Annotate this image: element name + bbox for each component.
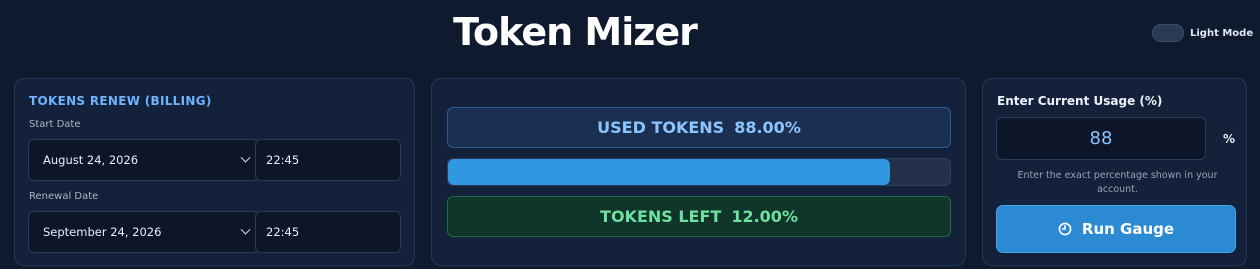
run-gauge-button[interactable]: Run Gauge: [996, 205, 1236, 253]
renewal-time-value: 22:45: [266, 225, 300, 239]
tokens-left-value: 12.00%: [731, 207, 798, 226]
usage-percent-input[interactable]: 88: [996, 117, 1206, 160]
usage-percent-value: 88: [1089, 128, 1113, 149]
used-tokens-box: USED TOKENS 88.00%: [447, 107, 951, 148]
token-mizer-app: Token Mizer Light Mode TOKENS RENEW (BIL…: [0, 0, 1260, 269]
used-tokens-value: 88.00%: [734, 118, 801, 137]
usage-hint: Enter the exact percentage shown in your…: [1017, 170, 1218, 195]
start-time-value: 22:45: [266, 153, 300, 167]
light-mode-label: Light Mode: [1190, 27, 1254, 39]
renewal-time-input[interactable]: 22:45: [255, 211, 401, 253]
usage-title: Enter Current Usage (%): [997, 94, 1163, 108]
app-title: Token Mizer: [453, 10, 698, 54]
renewal-date-label: Renewal Date: [29, 191, 99, 202]
usage-progress-bar: [447, 158, 951, 186]
used-tokens-label: USED TOKENS: [597, 118, 725, 137]
toggle-knob: [1155, 27, 1167, 39]
tokens-left-label: TOKENS LEFT: [600, 207, 722, 226]
toggle-switch[interactable]: [1152, 24, 1184, 42]
renewal-date-select[interactable]: September 24, 2026: [28, 211, 260, 253]
percent-unit: %: [1223, 132, 1236, 146]
start-date-value: August 24, 2026: [43, 153, 139, 167]
tokens-left-box: TOKENS LEFT 12.00%: [447, 196, 951, 237]
chevron-down-icon: [240, 224, 251, 235]
start-date-label: Start Date: [29, 119, 81, 130]
gauge-panel: USED TOKENS 88.00% TOKENS LEFT 12.00%: [431, 78, 966, 266]
light-mode-toggle[interactable]: Light Mode: [1152, 24, 1253, 42]
start-date-select[interactable]: August 24, 2026: [28, 139, 260, 181]
renewal-date-value: September 24, 2026: [43, 225, 162, 239]
start-time-input[interactable]: 22:45: [255, 139, 401, 181]
usage-progress-fill: [448, 159, 890, 185]
usage-panel: Enter Current Usage (%) 88 % Enter the e…: [982, 78, 1247, 266]
billing-title: TOKENS RENEW (BILLING): [29, 94, 212, 108]
billing-panel: TOKENS RENEW (BILLING) Start Date August…: [14, 78, 415, 266]
run-gauge-label: Run Gauge: [1081, 220, 1175, 238]
clock-icon: [1058, 222, 1072, 236]
chevron-down-icon: [240, 152, 251, 163]
